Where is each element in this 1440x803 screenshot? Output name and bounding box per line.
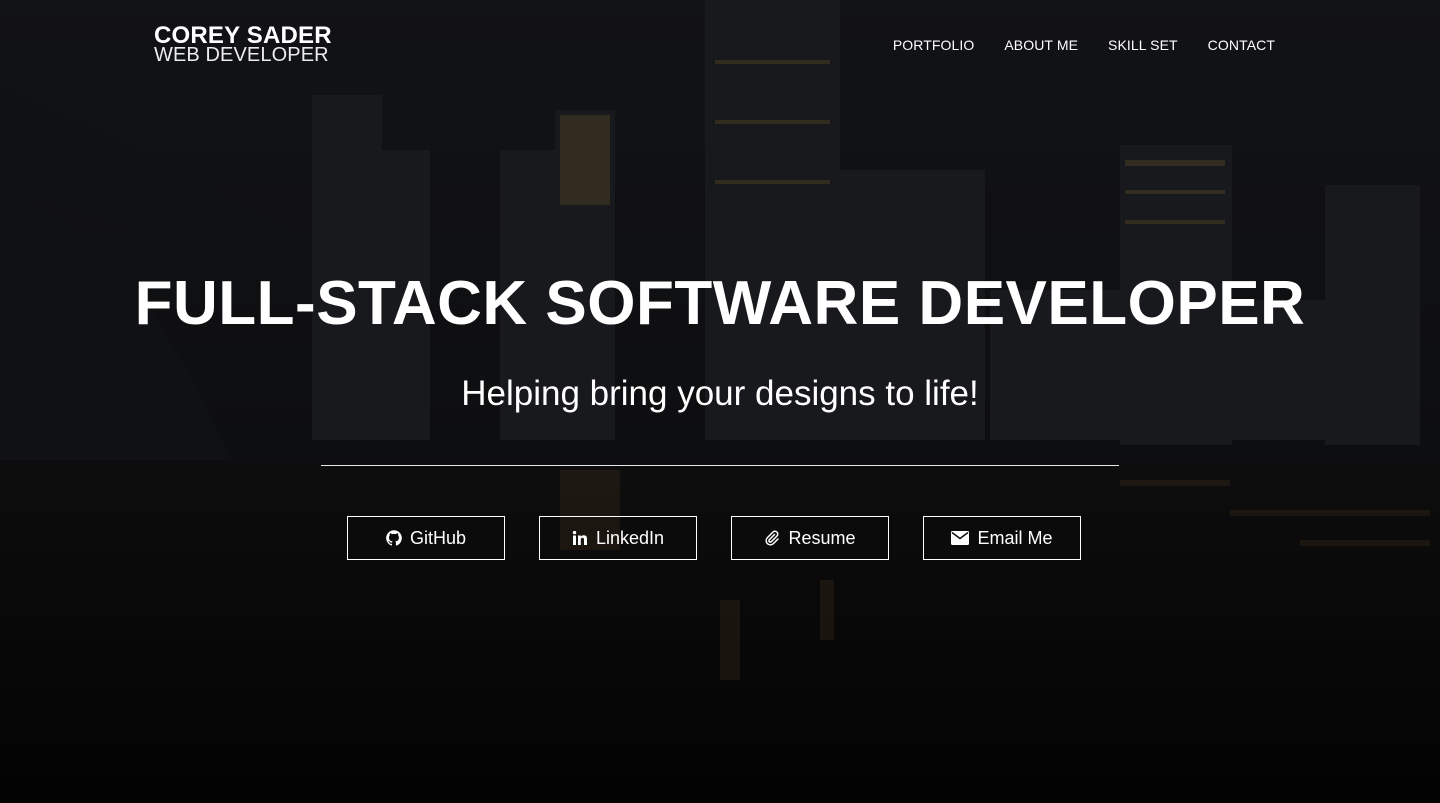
github-button[interactable]: GitHub: [347, 516, 505, 560]
social-buttons: GitHub LinkedIn Resume Email Me: [347, 516, 1081, 560]
envelope-icon: [951, 531, 970, 545]
github-icon: [386, 530, 402, 546]
hero-section: COREY SADER WEB DEVELOPER PORTFOLIO ABOU…: [0, 0, 1440, 803]
email-button-label: Email Me: [977, 527, 1053, 548]
main-nav: PORTFOLIO ABOUT ME SKILL SET CONTACT: [893, 37, 1275, 53]
linkedin-button[interactable]: LinkedIn: [539, 516, 697, 560]
brand-subtitle: WEB DEVELOPER: [154, 44, 329, 66]
hero-title: FULL-STACK SOFTWARE DEVELOPER: [134, 269, 1306, 338]
paperclip-icon: [764, 530, 780, 546]
email-button[interactable]: Email Me: [923, 516, 1081, 560]
hero-subtitle: Helping bring your designs to life!: [461, 374, 979, 413]
nav-item-portfolio[interactable]: PORTFOLIO: [893, 37, 975, 53]
nav-item-about-me[interactable]: ABOUT ME: [1004, 37, 1078, 53]
linkedin-button-label: LinkedIn: [595, 527, 665, 548]
nav-item-skill-set[interactable]: SKILL SET: [1108, 37, 1178, 53]
resume-button-label: Resume: [788, 527, 856, 548]
resume-button[interactable]: Resume: [731, 516, 889, 560]
site-logo[interactable]: COREY SADER WEB DEVELOPER: [154, 24, 332, 66]
github-button-label: GitHub: [409, 527, 467, 548]
nav-item-contact[interactable]: CONTACT: [1208, 37, 1275, 53]
divider: [321, 465, 1119, 466]
linkedin-icon: [572, 530, 588, 546]
